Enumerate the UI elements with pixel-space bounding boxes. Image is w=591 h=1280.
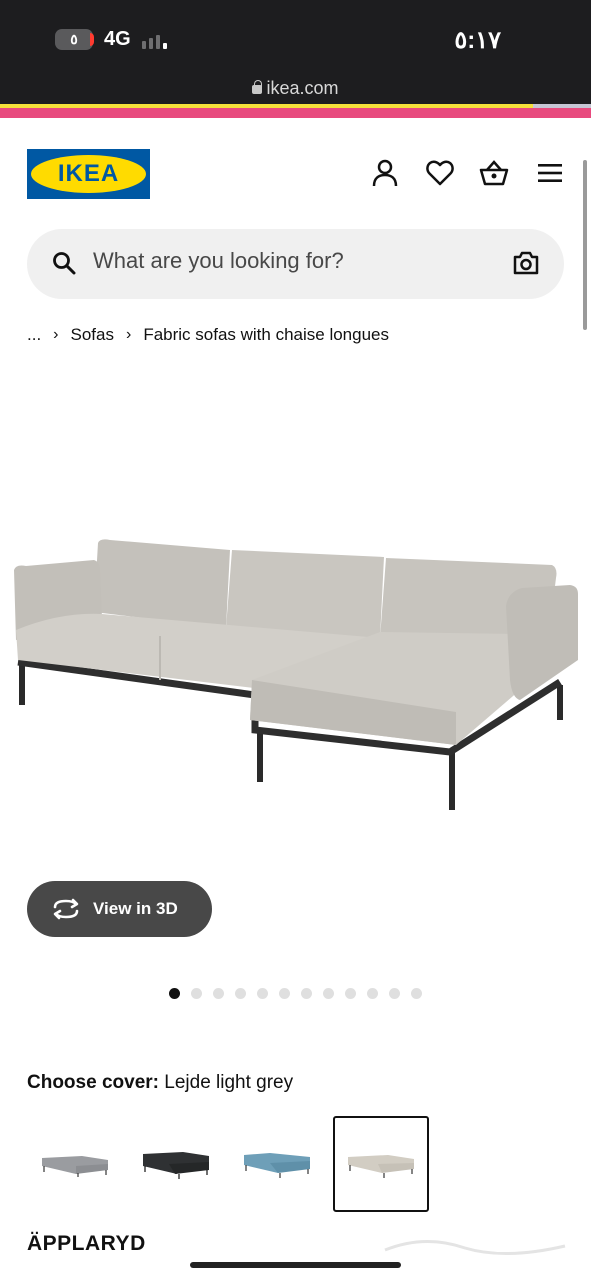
url-bar[interactable]: ikea.com [0, 78, 591, 99]
carousel-dot[interactable] [367, 988, 378, 999]
url-text: ikea.com [266, 78, 339, 98]
carousel-dot[interactable] [257, 988, 268, 999]
home-indicator[interactable] [190, 1262, 401, 1268]
carousel-dot[interactable] [389, 988, 400, 999]
breadcrumb-ellipsis[interactable]: ... [27, 325, 41, 345]
site-header: IKEA [0, 118, 591, 218]
heart-icon[interactable] [425, 158, 455, 188]
search-bar[interactable] [27, 229, 564, 299]
choose-cover: Choose cover: Lejde light grey [27, 1072, 293, 1094]
carousel-dot[interactable] [323, 988, 334, 999]
breadcrumb-item-sofas[interactable]: Sofas [71, 325, 114, 345]
view-in-3d-button[interactable]: View in 3D [27, 881, 212, 937]
carousel-dot[interactable] [213, 988, 224, 999]
cover-swatch-selected[interactable] [333, 1116, 429, 1212]
view-in-3d-label: View in 3D [93, 899, 178, 918]
menu-icon[interactable] [535, 158, 565, 188]
carousel-dot[interactable] [169, 988, 180, 999]
status-bar: ٥ 4G ٥:١٧ ikea.com [0, 0, 591, 104]
battery-level: ٥ [70, 31, 78, 47]
cover-swatches [27, 1116, 447, 1212]
carousel-dot[interactable] [279, 988, 290, 999]
chevron-right-icon: › [125, 326, 132, 343]
scrollbar[interactable] [583, 160, 587, 330]
user-icon[interactable] [370, 158, 400, 188]
breadcrumb-item-current[interactable]: Fabric sofas with chaise longues [143, 325, 389, 345]
product-image[interactable] [0, 380, 591, 850]
cover-swatch[interactable] [128, 1116, 224, 1212]
carousel-dot[interactable] [235, 988, 246, 999]
carousel-dot[interactable] [411, 988, 422, 999]
cover-swatch[interactable] [229, 1116, 325, 1212]
battery-icon: ٥ [55, 29, 94, 50]
cover-swatch[interactable] [27, 1116, 123, 1212]
camera-search-icon[interactable] [513, 251, 539, 280]
ikea-logo[interactable]: IKEA [27, 149, 150, 199]
carousel-dot[interactable] [191, 988, 202, 999]
logo-text: IKEA [57, 160, 120, 187]
product-name: ÄPPLARYD [27, 1232, 146, 1255]
carousel-dot[interactable] [345, 988, 356, 999]
rotate-3d-icon [53, 898, 79, 920]
page-load-stripe [0, 104, 591, 118]
carousel-indicator[interactable] [169, 988, 422, 999]
clock: ٥:١٧ [454, 27, 501, 54]
choose-cover-label: Choose cover: [27, 1072, 159, 1093]
choose-cover-value: Lejde light grey [164, 1072, 294, 1093]
basket-icon[interactable] [479, 158, 509, 188]
signal-icon [142, 31, 167, 49]
search-icon[interactable] [52, 251, 76, 280]
lock-icon [252, 80, 263, 94]
carousel-dot[interactable] [301, 988, 312, 999]
search-input[interactable] [93, 248, 473, 274]
breadcrumb: ... › Sofas › Fabric sofas with chaise l… [27, 323, 389, 347]
network-type: 4G [104, 28, 131, 50]
chevron-right-icon: › [53, 326, 59, 343]
